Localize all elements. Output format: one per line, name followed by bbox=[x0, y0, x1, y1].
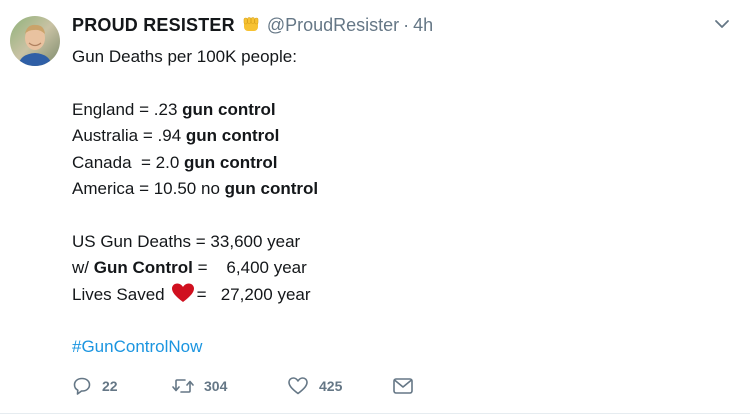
avatar[interactable] bbox=[10, 16, 60, 66]
bold-segment: gun control bbox=[224, 178, 319, 198]
heart-outline-icon bbox=[287, 376, 309, 396]
timestamp[interactable]: 4h bbox=[413, 15, 433, 36]
text-line: Canada = 2.0 gun control bbox=[72, 150, 712, 176]
reply-button[interactable]: 22 bbox=[72, 376, 172, 396]
retweet-count: 304 bbox=[204, 378, 228, 394]
raised-fist-icon bbox=[241, 15, 261, 35]
bold-segment: Gun Control bbox=[93, 258, 193, 278]
chevron-down-icon[interactable] bbox=[714, 16, 730, 32]
text-segment: Australia = .94 bbox=[72, 126, 186, 146]
text-segment: America = 10.50 no bbox=[72, 178, 225, 198]
retweet-icon bbox=[172, 376, 194, 396]
text-segment: Canada = 2.0 bbox=[72, 152, 185, 172]
text-line: Lives Saved = 27,200 year bbox=[72, 282, 712, 308]
text-segment: w/ bbox=[72, 258, 94, 278]
text-segment: = 27,200 year bbox=[196, 284, 311, 304]
separator-dot: · bbox=[403, 14, 410, 35]
like-button[interactable]: 425 bbox=[287, 376, 392, 396]
text-line: Australia = .94 gun control bbox=[72, 123, 712, 149]
text-line: America = 10.50 no gun control bbox=[72, 176, 712, 202]
text-segment: = 6,400 year bbox=[192, 258, 307, 278]
text-line: England = .23 gun control bbox=[72, 97, 712, 123]
tweet-text: Gun Deaths per 100K people: England = .2… bbox=[72, 44, 712, 361]
text-line: w/ Gun Control = 6,400 year bbox=[72, 255, 712, 281]
text-segment: England = .23 bbox=[72, 99, 183, 119]
reply-count: 22 bbox=[102, 378, 118, 394]
direct-message-button[interactable] bbox=[392, 377, 414, 395]
retweet-button[interactable]: 304 bbox=[172, 376, 287, 396]
display-name[interactable]: PROUD RESISTER bbox=[72, 15, 235, 36]
text-line: US Gun Deaths = 33,600 year bbox=[72, 231, 301, 251]
bold-segment: gun control bbox=[184, 152, 278, 172]
heart-icon bbox=[171, 283, 195, 303]
text-segment: Lives Saved bbox=[72, 284, 165, 304]
bold-segment: gun control bbox=[185, 126, 280, 146]
tweet-card[interactable]: PROUD RESISTER @ProudResister · 4h Gun D… bbox=[0, 0, 750, 414]
envelope-icon bbox=[392, 377, 414, 395]
user-handle[interactable]: @ProudResister bbox=[267, 15, 399, 36]
text-line: Gun Deaths per 100K people: bbox=[72, 47, 297, 66]
hashtag-link[interactable]: #GunControlNow bbox=[72, 334, 712, 360]
like-count: 425 bbox=[319, 378, 343, 394]
reply-icon bbox=[72, 376, 92, 396]
tweet-header: PROUD RESISTER @ProudResister · 4h bbox=[72, 13, 433, 37]
tweet-actions: 22 304 425 bbox=[72, 372, 414, 400]
bold-segment: gun control bbox=[182, 99, 276, 119]
